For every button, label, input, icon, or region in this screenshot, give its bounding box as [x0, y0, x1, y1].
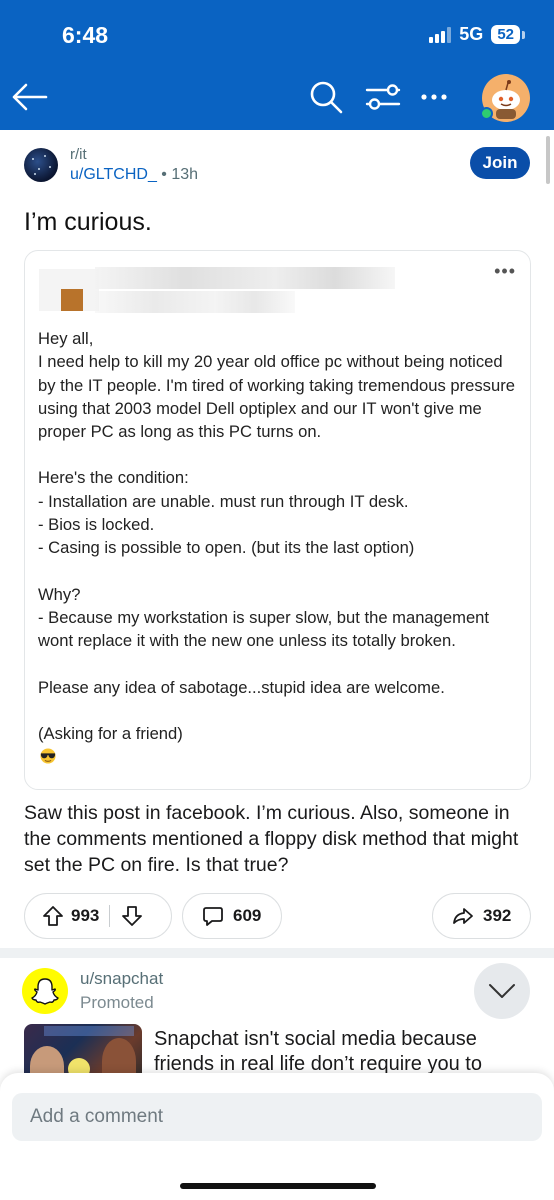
home-indicator — [180, 1183, 376, 1189]
subreddit-name[interactable]: r/it — [70, 145, 198, 165]
promoted-avatar[interactable] — [22, 968, 68, 1014]
search-button[interactable] — [305, 76, 347, 118]
embedded-closing-line: (Asking for a friend) — [38, 722, 518, 769]
more-options-button[interactable] — [413, 76, 455, 118]
share-icon — [453, 908, 473, 924]
post-title: I’m curious. — [24, 208, 152, 236]
status-time: 6:48 — [62, 22, 109, 48]
app-header: 6:48 5G 52 — [0, 0, 554, 130]
embedded-closing-text: (Asking for a friend) — [38, 723, 183, 743]
back-button[interactable] — [8, 76, 50, 118]
comment-icon — [203, 907, 223, 926]
sunglasses-emoji-icon — [40, 748, 56, 764]
network-type: 5G — [459, 24, 484, 44]
status-indicators: 5G 52 — [429, 24, 525, 45]
promoted-username[interactable]: u/snapchat — [80, 969, 163, 989]
user-avatar[interactable] — [480, 74, 530, 122]
post-age: 13h — [171, 166, 199, 183]
comment-count: 609 — [233, 906, 262, 925]
post-actions: 993 609 392 — [24, 893, 531, 939]
upvote-button[interactable] — [41, 904, 65, 928]
comment-input[interactable] — [12, 1093, 542, 1141]
scrollbar[interactable] — [546, 136, 550, 184]
share-button[interactable]: 392 — [432, 893, 531, 939]
upvote-icon — [43, 906, 63, 926]
redacted-name — [95, 267, 395, 289]
filter-sliders-icon — [365, 84, 401, 110]
more-icon — [421, 94, 447, 100]
upvote-count: 993 — [71, 906, 100, 925]
back-arrow-icon — [12, 83, 48, 111]
redacted-meta — [95, 291, 295, 313]
embedded-paragraph: Hey all, I need help to kill my 20 year … — [38, 329, 515, 442]
join-button[interactable]: Join — [470, 147, 530, 179]
embedded-paragraph: Here's the condition: - Installation are… — [38, 468, 415, 558]
online-status-dot — [480, 107, 493, 120]
battery-icon: 52 — [491, 25, 525, 44]
snapchat-ghost-icon — [31, 978, 59, 1005]
embedded-post-text: Hey all, I need help to kill my 20 year … — [38, 327, 518, 768]
downvote-icon — [122, 906, 143, 926]
embedded-paragraph: Please any idea of sabotage...stupid ide… — [38, 677, 445, 697]
embed-more-icon: ••• — [494, 261, 516, 281]
post-meta: r/it u/GLTCHD_ • 13h — [24, 145, 198, 185]
post-image[interactable]: ••• Hey all, I need help to kill my 20 y… — [24, 250, 531, 790]
post-author[interactable]: u/GLTCHD_ — [70, 166, 157, 183]
chevron-down-icon — [489, 984, 515, 998]
collapse-button[interactable] — [474, 963, 530, 1019]
promoted-text: Snapchat isn't social media because frie… — [154, 1028, 482, 1075]
post-body: Saw this post in facebook. I’m curious. … — [24, 802, 519, 876]
sort-filter-button[interactable] — [362, 76, 404, 118]
search-icon — [310, 81, 343, 114]
promoted-label: Promoted — [80, 993, 154, 1012]
downvote-button[interactable] — [120, 904, 144, 928]
comment-bar — [0, 1073, 554, 1200]
share-count: 392 — [483, 906, 512, 925]
signal-icon — [429, 26, 452, 43]
vote-pill: 993 — [24, 893, 172, 939]
feed-divider — [0, 948, 554, 958]
comments-button[interactable]: 609 — [182, 893, 282, 939]
subreddit-avatar[interactable] — [24, 148, 58, 182]
embedded-paragraph: Why? - Because my workstation is super s… — [38, 584, 490, 651]
redacted-avatar-detail — [61, 289, 83, 311]
meta-separator: • — [161, 166, 167, 183]
